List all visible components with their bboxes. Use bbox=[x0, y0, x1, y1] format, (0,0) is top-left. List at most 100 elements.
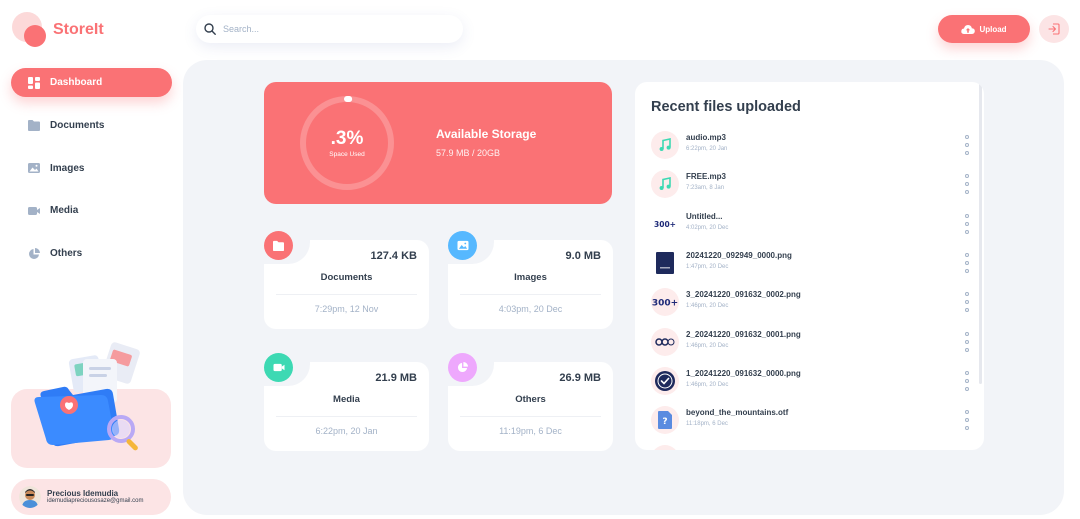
list-item[interactable]: 2_20241220_091632_0001.png 1:46pm, 20 De… bbox=[651, 327, 971, 359]
file-thumbnail-icon bbox=[651, 445, 679, 450]
file-name: 1_20241220_091632_0000.png bbox=[686, 369, 801, 378]
sidebar-nav: Dashboard Documents Images Media Others bbox=[11, 68, 172, 282]
more-options-icon[interactable] bbox=[963, 410, 971, 430]
svg-text:300+: 300+ bbox=[652, 299, 678, 309]
sidebar-item-dashboard[interactable]: Dashboard bbox=[11, 68, 172, 97]
more-options-icon[interactable] bbox=[963, 174, 971, 194]
logo[interactable]: StoreIt bbox=[12, 12, 104, 48]
file-name: FREE.mp3 bbox=[686, 172, 727, 181]
file-name: 2_20241220_091632_0001.png bbox=[686, 330, 801, 339]
music-icon bbox=[651, 131, 679, 159]
list-item[interactable]: 1_20241220_091632_0000.png 1:46pm, 20 De… bbox=[651, 366, 971, 398]
file-date: 1:46pm, 20 Dec bbox=[686, 382, 729, 388]
file-name: Untitled... bbox=[686, 212, 723, 221]
file-date: 6:22pm, 20 Jan bbox=[686, 146, 728, 152]
upload-button[interactable]: Upload bbox=[938, 15, 1030, 43]
list-item[interactable]: ? beyond_the_mountains.otf 11:18pm, 6 De… bbox=[651, 405, 971, 437]
sidebar-item-images[interactable]: Images bbox=[11, 154, 172, 183]
storage-percent-label: Space Used bbox=[329, 150, 365, 158]
category-size: 9.0 MB bbox=[565, 250, 601, 262]
more-options-icon[interactable] bbox=[963, 253, 971, 273]
list-item[interactable]: 300+ 3_20241220_091632_0002.png 1:46pm, … bbox=[651, 287, 971, 319]
divider bbox=[460, 416, 601, 417]
search-bar[interactable]: Search... bbox=[196, 15, 463, 43]
category-card-documents[interactable]: 127.4 KB Documents 7:29pm, 12 Nov bbox=[258, 224, 429, 329]
logout-button[interactable] bbox=[1039, 15, 1069, 43]
file-date: 1:47pm, 20 Dec bbox=[686, 264, 729, 270]
others-icon bbox=[28, 247, 40, 260]
file-name: beyond_the_mountains.otf bbox=[686, 408, 789, 417]
sidebar-item-label: Dashboard bbox=[50, 77, 103, 88]
category-name: Documents bbox=[320, 272, 373, 283]
image-thumbnail-icon bbox=[651, 249, 679, 277]
cloud-upload-icon bbox=[961, 24, 976, 34]
music-icon bbox=[651, 170, 679, 198]
search-input[interactable]: Search... bbox=[223, 24, 259, 34]
image-thumbnail-icon bbox=[651, 367, 679, 395]
others-icon bbox=[448, 353, 477, 382]
category-name: Images bbox=[514, 272, 547, 283]
file-name: audio.mp3 bbox=[686, 133, 727, 142]
more-options-icon[interactable] bbox=[963, 135, 971, 155]
logout-icon bbox=[1048, 23, 1060, 35]
category-size: 26.9 MB bbox=[559, 372, 601, 384]
category-size: 21.9 MB bbox=[375, 372, 417, 384]
category-date: 11:19pm, 6 Dec bbox=[499, 426, 562, 436]
images-icon bbox=[448, 231, 477, 260]
category-card-others[interactable]: 26.9 MB Others 11:19pm, 6 Dec bbox=[442, 346, 613, 451]
more-options-icon[interactable] bbox=[963, 371, 971, 391]
dashboard-icon bbox=[28, 76, 40, 89]
list-item[interactable]: 300+ Untitled... 4:02pm, 20 Dec bbox=[651, 209, 971, 241]
category-name: Media bbox=[333, 394, 360, 405]
sidebar-item-label: Documents bbox=[50, 119, 105, 131]
storage-summary-card: .3% Space Used Available Storage 57.9 MB… bbox=[264, 82, 612, 204]
user-name: Precious Idemudia bbox=[47, 488, 119, 498]
sidebar-item-others[interactable]: Others bbox=[11, 239, 172, 268]
documents-icon bbox=[264, 231, 293, 260]
file-date: 4:02pm, 20 Dec bbox=[686, 225, 729, 231]
app-root: StoreIt Dashboard Documents Images Media… bbox=[0, 0, 1080, 519]
sidebar-item-label: Media bbox=[50, 205, 79, 217]
list-item[interactable] bbox=[651, 444, 971, 450]
main-panel: .3% Space Used Available Storage 57.9 MB… bbox=[183, 60, 1064, 515]
images-icon bbox=[28, 162, 40, 174]
unknown-file-icon: ? bbox=[651, 406, 679, 434]
file-date: 7:23am, 8 Jan bbox=[686, 185, 725, 191]
divider bbox=[460, 294, 601, 295]
more-options-icon[interactable] bbox=[963, 292, 971, 312]
sidebar-item-media[interactable]: Media bbox=[11, 196, 172, 225]
recent-files-panel: Recent files uploaded audio.mp3 6:22pm, … bbox=[635, 82, 984, 450]
category-name: Others bbox=[515, 394, 546, 405]
category-date: 4:03pm, 20 Dec bbox=[498, 304, 563, 314]
scrollbar[interactable] bbox=[979, 82, 982, 384]
sidebar-item-label: Others bbox=[50, 248, 83, 260]
list-item[interactable]: 20241220_092949_0000.png 1:47pm, 20 Dec bbox=[651, 248, 971, 280]
upload-label: Upload bbox=[979, 24, 1007, 34]
sidebar-item-documents[interactable]: Documents bbox=[11, 111, 172, 140]
recent-files-title: Recent files uploaded bbox=[651, 99, 801, 115]
file-date: 11:18pm, 6 Dec bbox=[686, 421, 728, 427]
category-card-media[interactable]: 21.9 MB Media 6:22pm, 20 Jan bbox=[258, 346, 429, 451]
category-card-images[interactable]: 9.0 MB Images 4:03pm, 20 Dec bbox=[442, 224, 613, 329]
divider bbox=[276, 416, 417, 417]
divider bbox=[276, 294, 417, 295]
file-date: 1:46pm, 20 Dec bbox=[686, 343, 729, 349]
image-thumbnail-icon bbox=[651, 328, 679, 356]
image-thumbnail-icon: 300+ bbox=[651, 210, 679, 238]
list-item[interactable]: audio.mp3 6:22pm, 20 Jan bbox=[651, 130, 971, 162]
storage-title: Available Storage bbox=[436, 127, 537, 141]
svg-text:300+: 300+ bbox=[654, 220, 676, 229]
svg-text:?: ? bbox=[662, 417, 667, 427]
category-size: 127.4 KB bbox=[370, 250, 417, 262]
more-options-icon[interactable] bbox=[963, 214, 971, 234]
storage-percent: .3% bbox=[330, 127, 364, 149]
logo-icon bbox=[12, 12, 48, 48]
app-name: StoreIt bbox=[53, 21, 104, 38]
category-date: 7:29pm, 12 Nov bbox=[314, 304, 379, 314]
file-date: 1:46pm, 20 Dec bbox=[686, 303, 729, 309]
user-profile-card[interactable]: Precious Idemudia idemudiapreciousosaze@… bbox=[11, 479, 171, 515]
more-options-icon[interactable] bbox=[963, 332, 971, 352]
image-thumbnail-icon: 300+ bbox=[651, 288, 679, 316]
avatar bbox=[19, 486, 41, 508]
list-item[interactable]: FREE.mp3 7:23am, 8 Jan bbox=[651, 169, 971, 201]
